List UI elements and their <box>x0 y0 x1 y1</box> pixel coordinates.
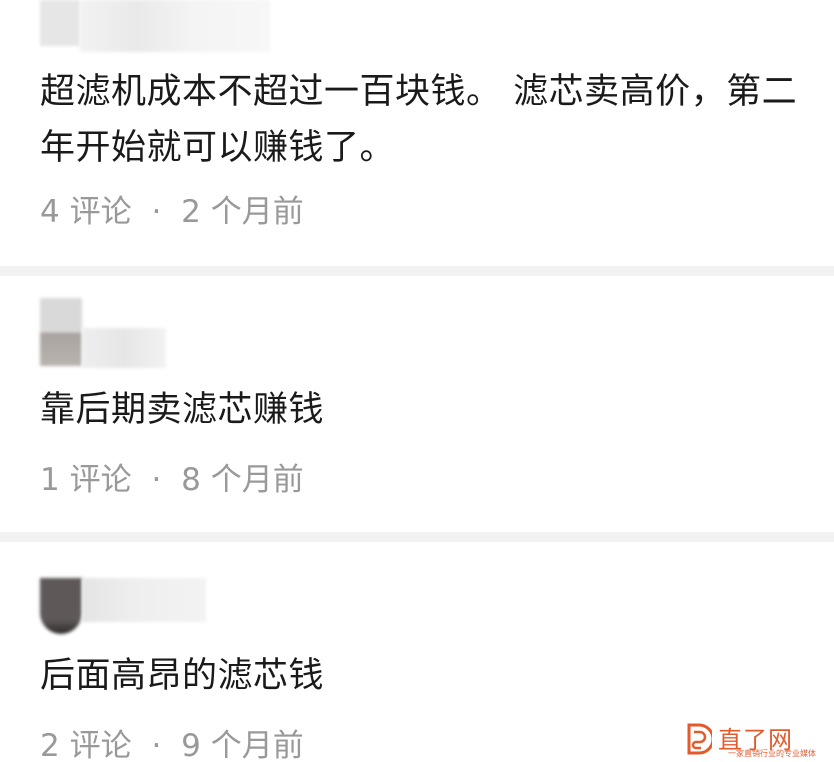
comment-item[interactable]: 超滤机成本不超过一百块钱。 滤芯卖高价，第二年开始就可以赚钱了。 4 评论 · … <box>0 0 834 266</box>
comment-item[interactable]: 靠后期卖滤芯赚钱 1 评论 · 8 个月前 <box>0 276 834 532</box>
comment-text: 超滤机成本不超过一百块钱。 滤芯卖高价，第二年开始就可以赚钱了。 <box>40 72 798 168</box>
avatar[interactable] <box>40 0 80 46</box>
watermark-subtitle: 一家直销行业的专业媒体 <box>728 749 816 758</box>
reply-label[interactable]: 评论 <box>70 462 132 498</box>
avatar[interactable] <box>40 578 82 634</box>
logo-icon <box>687 723 712 755</box>
comment-meta: 1 评论 · 8 个月前 <box>40 454 304 499</box>
meta-separator: · <box>151 194 162 230</box>
avatar[interactable] <box>40 298 82 366</box>
reply-label[interactable]: 评论 <box>70 728 132 762</box>
username-blurred <box>82 328 166 368</box>
reply-count[interactable]: 4 <box>40 194 60 230</box>
username-blurred <box>80 0 270 52</box>
meta-separator: · <box>151 728 162 762</box>
comment-divider <box>0 532 834 542</box>
comment-divider <box>0 266 834 276</box>
comment-meta: 4 评论 · 2 个月前 <box>40 186 304 231</box>
meta-separator: · <box>151 462 162 498</box>
reply-label[interactable]: 评论 <box>70 194 132 230</box>
watermark: 直了网 一家直销行业的专业媒体 <box>686 720 832 760</box>
comment-text: 后面高昂的滤芯钱 <box>40 656 325 696</box>
username-blurred <box>82 578 206 622</box>
comment-meta: 2 评论 · 9 个月前 <box>40 720 304 762</box>
reply-count[interactable]: 2 <box>40 728 60 762</box>
comment-text: 靠后期卖滤芯赚钱 <box>40 390 325 430</box>
comment-time: 8 个月前 <box>181 462 304 498</box>
comment-time: 2 个月前 <box>181 194 304 230</box>
reply-count[interactable]: 1 <box>40 462 60 498</box>
comment-time: 9 个月前 <box>181 728 304 762</box>
